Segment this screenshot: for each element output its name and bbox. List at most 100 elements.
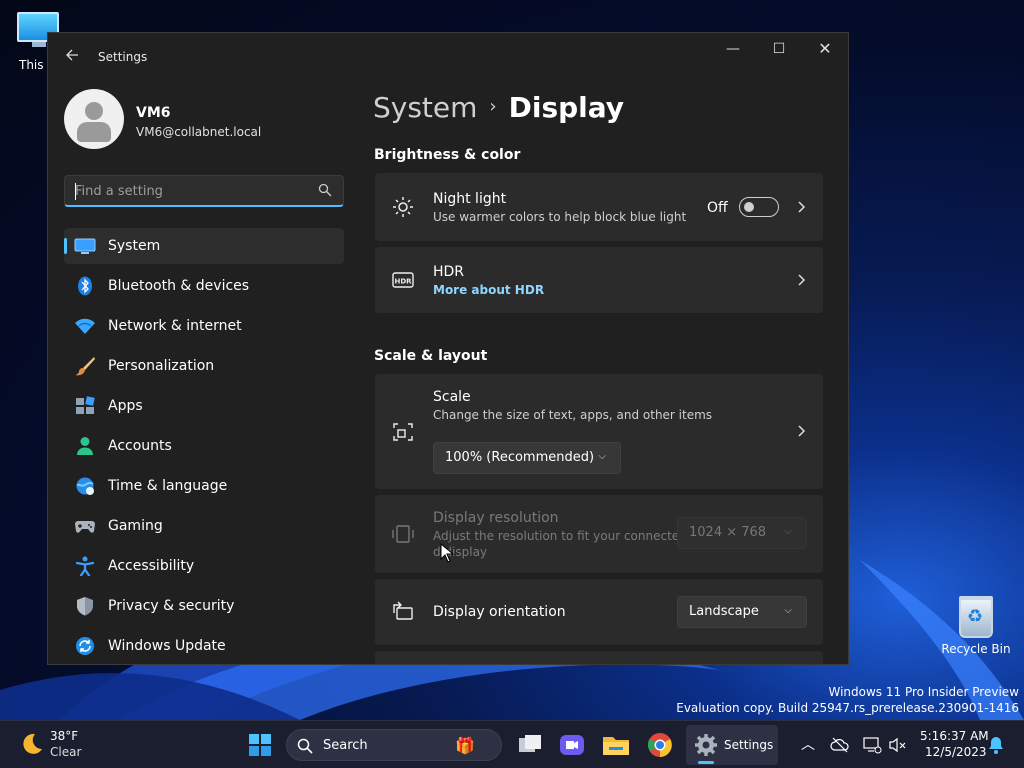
sidebar-item-gaming[interactable]: Gaming [64, 508, 344, 544]
network-icon[interactable] [862, 735, 882, 755]
gear-icon [695, 734, 717, 756]
chevron-down-icon: ⌵ [784, 605, 792, 616]
user-profile[interactable]: VM6 VM6@collabnet.local [64, 89, 344, 151]
orientation-title: Display orientation [433, 604, 566, 620]
scale-icon [393, 423, 413, 441]
recycle-bin-icon [959, 596, 993, 638]
sidebar-item-accounts[interactable]: Accounts [64, 428, 344, 464]
notification-bell-icon[interactable] [986, 735, 1006, 755]
svg-text:HDR: HDR [394, 278, 412, 286]
avatar [64, 89, 124, 149]
chevron-right-icon [798, 425, 806, 437]
shield-icon [77, 597, 93, 616]
maximize-button[interactable]: ☐ [756, 33, 802, 67]
display-orientation-card[interactable]: Display orientation Landscape ⌵ [375, 579, 823, 645]
resolution-icon [392, 525, 414, 543]
night-light-toggle[interactable] [739, 197, 779, 217]
night-light-card[interactable]: Night light Use warmer colors to help bl… [375, 173, 823, 241]
taskbar-settings-label: Settings [724, 738, 774, 752]
sidebar-item-label: Personalization [108, 358, 215, 374]
night-light-title: Night light [433, 191, 507, 207]
moon-icon[interactable] [18, 731, 44, 757]
wifi-icon [75, 318, 95, 334]
search-highlight-icon: 🎁 [455, 736, 475, 755]
start-button-icon[interactable] [244, 729, 276, 761]
clock-date[interactable]: 12/5/2023 [925, 745, 987, 759]
sidebar-item-accessibility[interactable]: Accessibility [64, 548, 344, 584]
recycle-bin-label: Recycle Bin [941, 642, 1011, 656]
scale-value: 100% (Recommended) [445, 450, 595, 465]
clock-time[interactable]: 5:16:37 AM [920, 729, 989, 743]
sidebar-item-label: Apps [108, 398, 143, 414]
resolution-value: 1024 × 768 [689, 525, 767, 540]
resolution-title: Display resolution [433, 510, 559, 526]
settings-window: Settings — ☐ ✕ VM6 VM6@collabnet.local S… [47, 32, 849, 665]
sidebar-item-apps[interactable]: Apps [64, 388, 344, 424]
sidebar-item-system[interactable]: System [64, 228, 344, 264]
running-indicator [698, 761, 714, 764]
taskbar-search[interactable]: Search 🎁 [286, 729, 502, 761]
hdr-title: HDR [433, 264, 465, 280]
sidebar-item-network[interactable]: Network & internet [64, 308, 344, 344]
sidebar-item-label: Bluetooth & devices [108, 278, 250, 294]
resolution-desc-line1: Adjust the resolution to fit your connec… [433, 529, 680, 543]
scale-dropdown[interactable]: 100% (Recommended) ⌵ [433, 442, 621, 474]
taskbar-settings-app[interactable]: Settings [686, 725, 778, 765]
sidebar-item-bluetooth[interactable]: Bluetooth & devices [64, 268, 344, 304]
recycle-bin[interactable]: Recycle Bin [940, 596, 1012, 656]
meet-chat-icon[interactable] [556, 729, 588, 761]
chevron-up-icon[interactable]: ︿ [798, 735, 818, 755]
breadcrumb-parent[interactable]: System [373, 91, 477, 124]
sidebar-item-personalization[interactable]: Personalization [64, 348, 344, 384]
close-button[interactable]: ✕ [802, 33, 848, 67]
brush-icon [75, 357, 95, 376]
text-caret [75, 183, 76, 200]
minimize-button[interactable]: — [710, 33, 756, 67]
weather-description[interactable]: Clear [50, 745, 81, 759]
sidebar-item-time-language[interactable]: Time & language [64, 468, 344, 504]
sidebar-item-label: System [108, 238, 161, 254]
section-heading-brightness: Brightness & color [374, 147, 521, 163]
section-heading-scale-layout: Scale & layout [374, 348, 488, 364]
search-input[interactable] [75, 180, 305, 202]
sidebar-item-privacy[interactable]: Privacy & security [64, 588, 344, 624]
back-button[interactable] [62, 47, 82, 67]
title-bar[interactable]: Settings — ☐ ✕ [48, 33, 848, 81]
scale-desc: Change the size of text, apps, and other… [433, 408, 713, 422]
task-view-icon[interactable] [514, 729, 546, 761]
taskbar: 38°F Clear Search 🎁 Settings ︿ 5:16:37 A… [0, 720, 1024, 768]
chevron-right-icon [798, 274, 806, 286]
bluetooth-icon [78, 276, 92, 296]
scale-title: Scale [433, 389, 471, 405]
watermark-line-1: Windows 11 Pro Insider Preview [828, 685, 1019, 699]
hdr-learn-more-link[interactable]: More about HDR [433, 283, 544, 297]
window-title: Settings [98, 50, 148, 64]
find-setting-search[interactable] [64, 175, 344, 207]
volume-muted-icon[interactable] [888, 735, 908, 755]
night-light-state: Off [707, 200, 728, 216]
toggle-knob [744, 202, 754, 212]
apps-icon [76, 396, 95, 414]
search-icon [297, 738, 313, 754]
mouse-cursor-icon [440, 543, 454, 563]
weather-temperature[interactable]: 38°F [50, 729, 78, 743]
chrome-icon[interactable] [644, 729, 676, 761]
resolution-dropdown: 1024 × 768 ⌵ [677, 517, 807, 549]
sidebar-item-label: Windows Update [108, 638, 226, 654]
chevron-down-icon: ⌵ [598, 451, 606, 462]
sidebar-item-label: Time & language [108, 478, 228, 494]
scale-card[interactable]: Scale Change the size of text, apps, and… [375, 374, 823, 489]
user-email: VM6@collabnet.local [136, 125, 262, 139]
hdr-card[interactable]: HDR HDR More about HDR [375, 247, 823, 313]
onedrive-offline-icon[interactable] [830, 735, 850, 755]
next-setting-card[interactable] [375, 651, 823, 664]
sidebar-nav: System Bluetooth & devices Network & int… [64, 228, 344, 664]
user-name: VM6 [136, 105, 171, 121]
taskbar-search-label: Search [323, 738, 368, 753]
accessibility-icon [75, 556, 95, 576]
orientation-value: Landscape [689, 604, 759, 619]
watermark-line-2: Evaluation copy. Build 25947.rs_prerelea… [676, 701, 1019, 715]
orientation-dropdown[interactable]: Landscape ⌵ [677, 596, 807, 628]
sidebar-item-windows-update[interactable]: Windows Update [64, 628, 344, 664]
file-explorer-icon[interactable] [600, 729, 632, 761]
